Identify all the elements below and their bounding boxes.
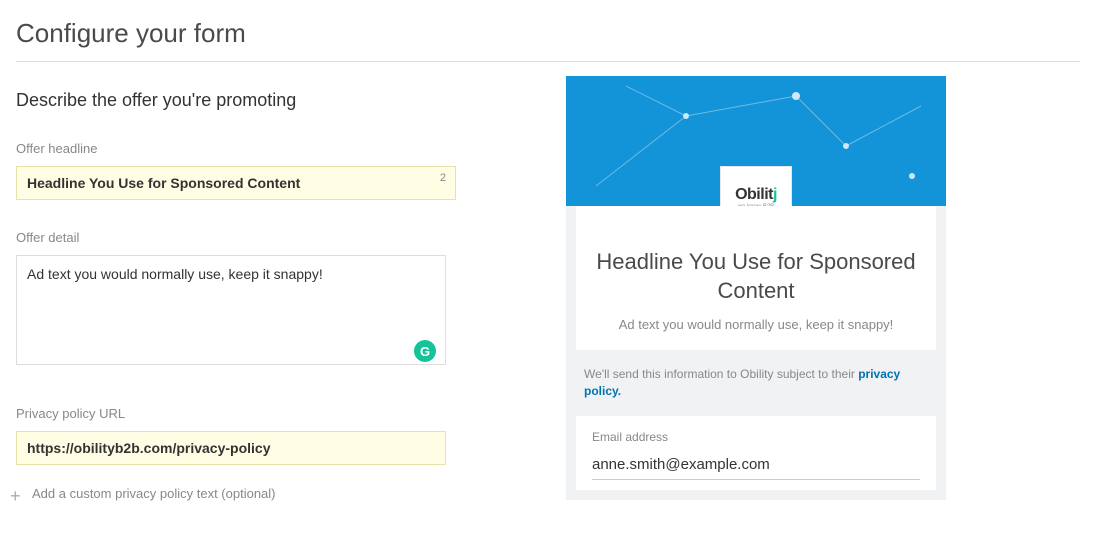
grammarly-icon[interactable]: G	[414, 340, 436, 362]
section-title: Describe the offer you're promoting	[16, 90, 486, 111]
offer-headline-label: Offer headline	[16, 141, 486, 156]
email-field-box: Email address	[576, 416, 936, 490]
privacy-url-input[interactable]	[16, 431, 446, 465]
offer-detail-label: Offer detail	[16, 230, 486, 245]
add-custom-policy-label[interactable]: Add a custom privacy policy text (option…	[32, 486, 276, 501]
preview-banner: Obilitj we know B2B	[566, 76, 946, 206]
page-title: Configure your form	[0, 0, 1096, 61]
preview-panel: Obilitj we know B2B Headline You Use for…	[566, 62, 946, 503]
headline-counter: 2	[440, 172, 446, 184]
plus-icon[interactable]: +	[10, 487, 21, 505]
offer-detail-textarea[interactable]: Ad text you would normally use, keep it …	[16, 255, 446, 365]
privacy-url-label: Privacy policy URL	[16, 406, 486, 421]
preview-card: Obilitj we know B2B Headline You Use for…	[566, 76, 946, 500]
preview-disclaimer: We'll send this information to Obility s…	[566, 350, 946, 416]
email-input[interactable]	[592, 452, 920, 480]
preview-headline: Headline You Use for Sponsored Content	[596, 248, 916, 305]
email-label: Email address	[592, 430, 920, 444]
form-editor-panel: Describe the offer you're promoting Offe…	[16, 62, 486, 503]
offer-headline-input[interactable]	[16, 166, 456, 200]
preview-subtext: Ad text you would normally use, keep it …	[596, 317, 916, 332]
